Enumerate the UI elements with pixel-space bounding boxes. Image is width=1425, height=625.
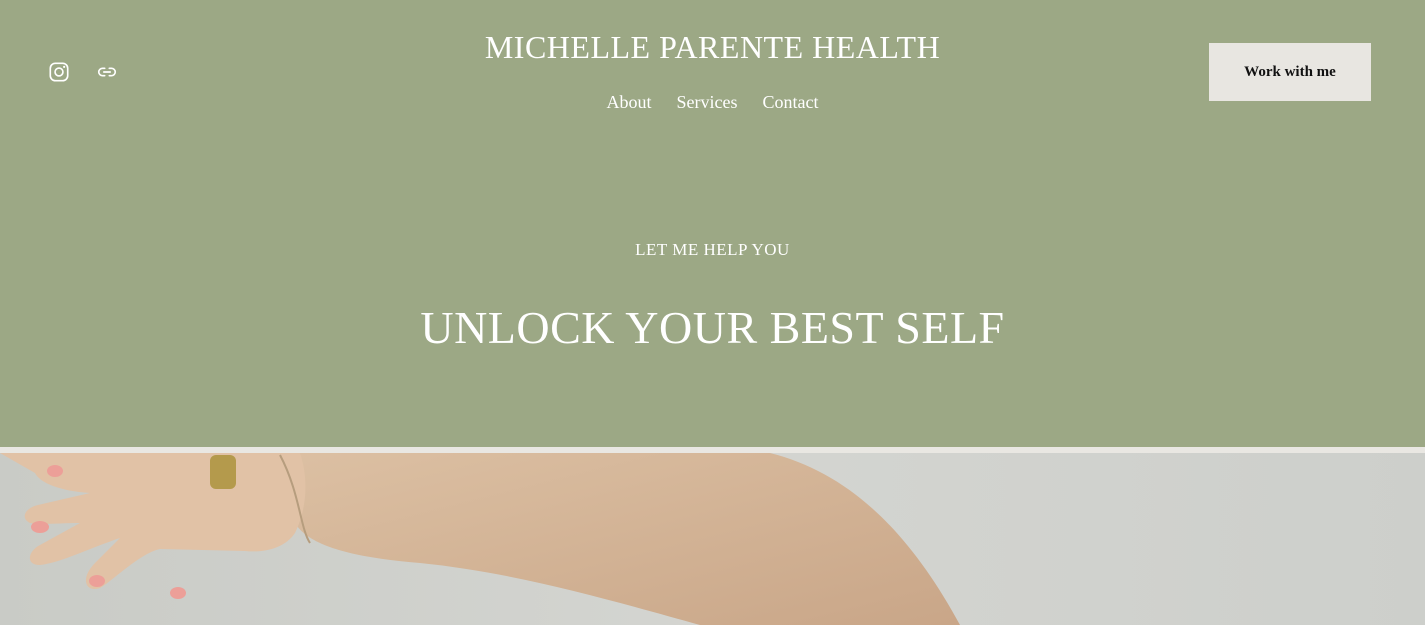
fingernail: [170, 587, 186, 599]
hero-section: LET ME HELP YOU UNLOCK YOUR BEST SELF: [0, 238, 1425, 356]
work-with-me-button[interactable]: Work with me: [1209, 43, 1371, 101]
hero-eyebrow: LET ME HELP YOU: [635, 240, 790, 259]
hero-photo: [0, 453, 1425, 625]
nav-item-about[interactable]: About: [607, 90, 652, 114]
fingernail: [47, 465, 63, 477]
arm-photo-illustration: [0, 453, 1425, 625]
fingernail: [89, 575, 105, 587]
nav-item-contact[interactable]: Contact: [762, 90, 818, 114]
hero-headline: UNLOCK YOUR BEST SELF: [420, 302, 1005, 353]
fingernail: [31, 521, 49, 533]
nav-item-services[interactable]: Services: [677, 90, 738, 114]
gold-ring: [210, 455, 236, 489]
site-header: MICHELLE PARENTE HEALTH About Services C…: [0, 0, 1425, 150]
page: MICHELLE PARENTE HEALTH About Services C…: [0, 0, 1425, 625]
